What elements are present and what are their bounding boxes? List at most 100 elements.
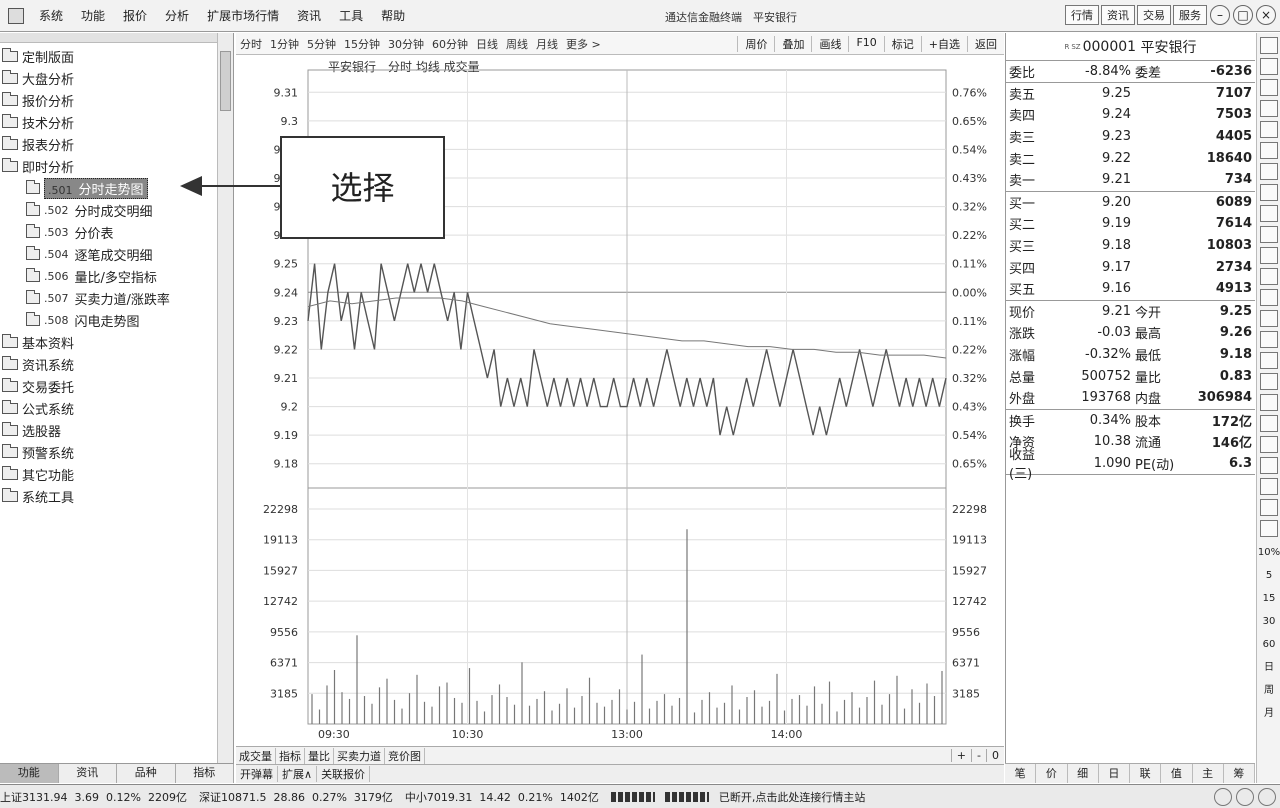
menu-item-analysis[interactable]: 分析 [156, 7, 198, 24]
news-button[interactable]: 资讯 [1101, 5, 1135, 25]
tree-item[interactable]: 即时分析 [2, 155, 214, 177]
period-shortcut[interactable]: 10% [1257, 541, 1280, 564]
draw-line-button[interactable]: 画线 [811, 35, 848, 52]
tool-icon[interactable] [1260, 373, 1278, 390]
period-shortcut[interactable]: 60 [1257, 633, 1280, 656]
tool-icon[interactable] [1260, 310, 1278, 327]
period-day[interactable]: 日线 [472, 36, 502, 52]
tab-volume-ratio[interactable]: 量比 [305, 747, 334, 764]
zoom-in-button[interactable]: + [950, 749, 971, 762]
period-more[interactable]: 更多 > [562, 36, 605, 52]
tool-icon[interactable] [1260, 436, 1278, 453]
period-5min[interactable]: 5分钟 [303, 36, 340, 52]
quote-tab[interactable]: 主 [1192, 764, 1224, 783]
quote-tab[interactable]: 细 [1067, 764, 1099, 783]
tree-item[interactable]: .507 买卖力道/涨跌率 [2, 287, 214, 309]
connection-status[interactable]: 已断开,点击此处连接行情主站 [719, 789, 866, 805]
zoom-out-button[interactable]: - [971, 749, 986, 762]
quote-tab[interactable]: 筹 [1223, 764, 1255, 783]
period-month[interactable]: 月线 [532, 36, 562, 52]
tool-icon[interactable] [1260, 184, 1278, 201]
quote-tab[interactable]: 日 [1098, 764, 1130, 783]
tree-item[interactable]: .508 闪电走势图 [2, 309, 214, 331]
tool-icon[interactable] [1260, 268, 1278, 285]
overlay-button[interactable]: 叠加 [774, 35, 811, 52]
danmaku-toggle[interactable]: 开弹幕 [236, 766, 278, 782]
tree-item[interactable]: 公式系统 [2, 397, 214, 419]
tool-icon[interactable] [1260, 100, 1278, 117]
menu-item-news[interactable]: 资讯 [288, 7, 330, 24]
add-watchlist-button[interactable]: +自选 [920, 35, 967, 52]
tree-item[interactable]: 系统工具 [2, 485, 214, 507]
period-shortcut[interactable]: 15 [1257, 587, 1280, 610]
status-circle-icon[interactable] [1214, 787, 1232, 806]
close-icon[interactable]: × [1256, 5, 1276, 25]
period-15min[interactable]: 15分钟 [340, 36, 384, 52]
tab-indicator-sub[interactable]: 指标 [276, 747, 305, 764]
tool-icon[interactable] [1260, 331, 1278, 348]
tool-icon[interactable] [1260, 457, 1278, 474]
tab-auction-chart[interactable]: 竞价图 [385, 747, 425, 764]
expand-toggle[interactable]: 扩展∧ [278, 766, 318, 782]
tree-item[interactable]: 报价分析 [2, 89, 214, 111]
tool-icon[interactable] [1260, 247, 1278, 264]
tree-item[interactable]: 其它功能 [2, 463, 214, 485]
minimize-icon[interactable]: – [1210, 5, 1230, 25]
maximize-icon[interactable]: □ [1233, 5, 1253, 25]
period-1min[interactable]: 1分钟 [266, 36, 303, 52]
tool-icon[interactable] [1260, 163, 1278, 180]
tool-icon[interactable] [1260, 58, 1278, 75]
related-quote-tab[interactable]: 关联报价 [317, 766, 371, 782]
tree-scrollbar[interactable] [217, 33, 233, 763]
service-button[interactable]: 服务 [1173, 5, 1207, 25]
tree-item[interactable]: .504 逐笔成交明细 [2, 243, 214, 265]
quote-tab[interactable]: 联 [1130, 764, 1162, 783]
tool-icon[interactable] [1260, 352, 1278, 369]
status-circle-icon[interactable] [1258, 787, 1276, 806]
tool-icon[interactable] [1260, 478, 1278, 495]
tool-icon[interactable] [1260, 499, 1278, 516]
quote-tab[interactable]: 价 [1036, 764, 1068, 783]
tree-item[interactable]: .502 分时成交明细 [2, 199, 214, 221]
market-button[interactable]: 行情 [1065, 5, 1099, 25]
tab-indicator[interactable]: 指标 [175, 764, 234, 783]
period-shortcut[interactable]: 30 [1257, 610, 1280, 633]
tab-function[interactable]: 功能 [0, 764, 59, 783]
tool-icon[interactable] [1260, 205, 1278, 222]
menu-item-ext-market[interactable]: 扩展市场行情 [198, 7, 288, 24]
tree-item[interactable]: 定制版面 [2, 45, 214, 67]
quote-tab[interactable]: 值 [1161, 764, 1193, 783]
tree-item[interactable]: 大盘分析 [2, 67, 214, 89]
tool-icon[interactable] [1260, 142, 1278, 159]
tab-news[interactable]: 资讯 [58, 764, 117, 783]
menu-item-quote[interactable]: 报价 [114, 7, 156, 24]
weekly-price-button[interactable]: 周价 [737, 35, 774, 52]
tool-icon[interactable] [1260, 226, 1278, 243]
zoom-reset-button[interactable]: 0 [986, 749, 1004, 762]
tree-item[interactable]: 技术分析 [2, 111, 214, 133]
tool-icon[interactable] [1260, 121, 1278, 138]
period-intraday[interactable]: 分时 [236, 36, 266, 52]
tree-item[interactable]: 报表分析 [2, 133, 214, 155]
tree-item[interactable]: 交易委托 [2, 375, 214, 397]
menu-item-help[interactable]: 帮助 [372, 7, 414, 24]
quote-tab[interactable]: 笔 [1005, 764, 1037, 783]
tab-buy-sell-force[interactable]: 买卖力道 [334, 747, 385, 764]
period-60min[interactable]: 60分钟 [428, 36, 472, 52]
tool-icon[interactable] [1260, 415, 1278, 432]
tree-item[interactable]: 资讯系统 [2, 353, 214, 375]
tab-variety[interactable]: 品种 [117, 764, 176, 783]
period-shortcut[interactable]: 5 [1257, 564, 1280, 587]
tree-item[interactable]: .503 分价表 [2, 221, 214, 243]
period-shortcut[interactable]: 周 [1257, 679, 1280, 702]
tool-icon[interactable] [1260, 520, 1278, 537]
tool-icon[interactable] [1260, 37, 1278, 54]
tool-icon[interactable] [1260, 289, 1278, 306]
tool-icon[interactable] [1260, 394, 1278, 411]
tool-icon[interactable] [1260, 79, 1278, 96]
tab-volume[interactable]: 成交量 [236, 747, 276, 764]
status-circle-icon[interactable] [1236, 787, 1254, 806]
mark-button[interactable]: 标记 [883, 35, 921, 52]
tree-item[interactable]: 基本资料 [2, 331, 214, 353]
period-30min[interactable]: 30分钟 [384, 36, 428, 52]
